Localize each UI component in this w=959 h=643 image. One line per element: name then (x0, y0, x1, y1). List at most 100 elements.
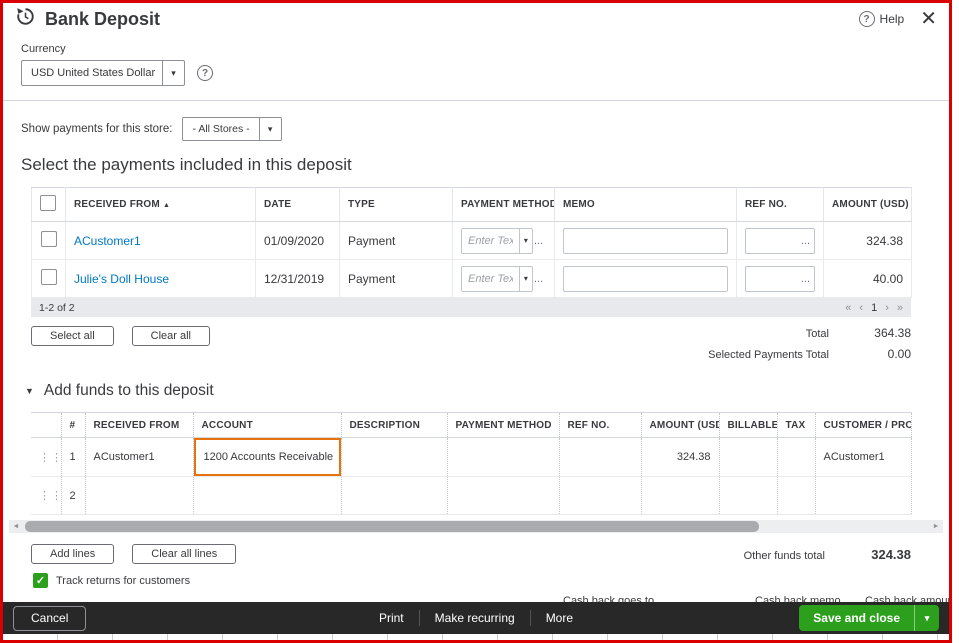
collapse-caret-icon[interactable]: ▼ (25, 386, 34, 396)
payment-method-cell[interactable] (447, 476, 560, 515)
customer-cell[interactable] (815, 476, 912, 515)
selected-payments-total-label: Selected Payments Total (708, 349, 829, 361)
currency-help-icon[interactable]: ? (197, 65, 213, 81)
col-amount[interactable]: AMOUNT (USD) (641, 412, 720, 438)
make-recurring-button[interactable]: Make recurring (420, 611, 530, 625)
sort-ascending-icon[interactable]: ▲ (163, 202, 170, 209)
currency-caret-icon[interactable]: ▾ (162, 61, 184, 85)
funds-received-from-cell[interactable]: ACustomer1 (85, 437, 194, 477)
horizontal-scrollbar[interactable]: ◄ ► (9, 520, 943, 533)
drag-handle-icon[interactable]: ⋮⋮ (39, 490, 60, 502)
funds-table: # RECEIVED FROM ACCOUNT DESCRIPTION PAYM… (31, 412, 912, 515)
payment-row-2-checkbox[interactable] (40, 269, 57, 285)
description-cell[interactable] (341, 476, 448, 515)
tax-cell[interactable] (777, 476, 816, 515)
memo-input[interactable] (563, 227, 728, 254)
track-returns-checkbox[interactable]: ✓ (33, 573, 48, 588)
billable-cell[interactable] (719, 437, 778, 477)
store-filter-row: Show payments for this store: - All Stor… (21, 117, 949, 141)
pagination-bar: 1-2 of 2 « ‹ 1 › » (31, 298, 911, 317)
payment-amount: 324.38 (823, 221, 912, 260)
col-payment-method[interactable]: PAYMENT METHOD (452, 187, 555, 222)
close-icon[interactable]: ✕ (920, 9, 937, 29)
col-tax[interactable]: TAX (777, 412, 816, 438)
col-ref-no[interactable]: REF NO. (559, 412, 642, 438)
cancel-button[interactable]: Cancel (13, 605, 87, 631)
payments-actions-row: Select all Clear all Total 364.38 Select… (31, 326, 911, 368)
payment-method-caret-icon[interactable]: ▾ (518, 228, 532, 253)
amount-cell[interactable] (641, 476, 720, 515)
store-select[interactable]: - All Stores - ▾ (182, 117, 282, 141)
col-description[interactable]: DESCRIPTION (341, 412, 448, 438)
save-and-close-button[interactable]: Save and close ▾ (799, 605, 939, 631)
payment-method-caret-icon[interactable]: ▾ (518, 266, 532, 291)
currency-select-value: USD United States Dollar (31, 67, 156, 79)
payment-method-input[interactable] (462, 228, 519, 253)
received-from-link[interactable]: ACustomer1 (74, 234, 141, 248)
received-from-link[interactable]: Julie's Doll House (74, 272, 169, 286)
account-cell[interactable] (193, 476, 342, 515)
print-button[interactable]: Print (364, 611, 419, 625)
page-next-icon[interactable]: › (885, 302, 889, 314)
col-ref-no[interactable]: REF NO. (736, 187, 824, 222)
more-button[interactable]: More (531, 611, 588, 625)
currency-select[interactable]: USD United States Dollar ▾ (21, 60, 185, 86)
col-date[interactable]: DATE (255, 187, 340, 222)
scrollbar-thumb[interactable] (25, 521, 759, 532)
payment-type: Payment (339, 221, 453, 260)
scrollbar-track[interactable] (23, 520, 929, 533)
memo-input[interactable] (563, 265, 728, 292)
payment-method-combo[interactable]: ▾ (461, 227, 533, 254)
save-and-close-label[interactable]: Save and close (799, 605, 914, 631)
store-caret-icon[interactable]: ▾ (258, 118, 281, 140)
funds-received-from-cell[interactable] (85, 476, 194, 515)
payment-method-cell[interactable] (447, 437, 560, 477)
page-first-icon[interactable]: « (845, 302, 851, 314)
currency-label: Currency (21, 43, 66, 55)
add-lines-button[interactable]: Add lines (31, 544, 115, 564)
payment-row-1: ACustomer1 01/09/2020 Payment ▾ ... ... … (31, 221, 912, 260)
billable-cell[interactable] (719, 476, 778, 515)
col-account[interactable]: ACCOUNT (193, 412, 342, 438)
payment-method-input[interactable] (462, 266, 519, 291)
col-payment-method[interactable]: PAYMENT METHOD (447, 412, 560, 438)
page-last-icon[interactable]: » (897, 302, 903, 314)
col-billable[interactable]: BILLABLE (719, 412, 778, 438)
clear-all-button[interactable]: Clear all (131, 326, 210, 346)
clear-all-lines-button[interactable]: Clear all lines (132, 544, 237, 564)
recurring-transaction-icon (15, 6, 36, 32)
caret-glyph: ▾ (924, 612, 930, 623)
payment-date: 12/31/2019 (255, 259, 340, 298)
payment-method-combo[interactable]: ▾ (461, 265, 533, 292)
customer-cell[interactable]: ACustomer1 (815, 437, 912, 477)
ref-no-input[interactable]: ... (745, 265, 815, 292)
col-memo[interactable]: MEMO (554, 187, 737, 222)
scroll-left-icon[interactable]: ◄ (9, 520, 23, 533)
store-filter-label: Show payments for this store: (21, 123, 173, 135)
caret-glyph: ▾ (523, 236, 528, 245)
col-customer[interactable]: CUSTOMER / PROJECT (815, 412, 912, 438)
page-prev-icon[interactable]: ‹ (859, 302, 863, 314)
account-cell-highlighted[interactable]: 1200 Accounts Receivable (193, 438, 340, 476)
help-icon[interactable]: ? (858, 11, 875, 27)
payment-row-1-checkbox[interactable] (40, 231, 57, 247)
select-all-button[interactable]: Select all (31, 326, 114, 346)
ref-no-cell[interactable] (559, 476, 642, 515)
tax-cell[interactable] (777, 437, 816, 477)
col-amount[interactable]: AMOUNT (USD) (823, 187, 912, 222)
save-dropdown-caret-icon[interactable]: ▾ (915, 605, 939, 631)
help-link[interactable]: Help (880, 12, 905, 26)
col-line-number: # (61, 412, 86, 438)
drag-handle-icon[interactable]: ⋮⋮ (39, 452, 60, 464)
select-all-checkbox[interactable] (40, 195, 56, 211)
col-received-from[interactable]: RECEIVED FROM (85, 412, 194, 438)
ref-no-cell[interactable] (559, 437, 642, 477)
ref-no-input[interactable]: ... (745, 227, 815, 254)
caret-glyph: ▾ (267, 123, 273, 134)
amount-cell[interactable]: 324.38 (641, 437, 720, 477)
col-type[interactable]: TYPE (339, 187, 453, 222)
scroll-right-icon[interactable]: ► (929, 520, 943, 533)
col-received-from[interactable]: RECEIVED FROM ▲ (65, 187, 256, 222)
description-cell[interactable] (341, 437, 448, 477)
page-number[interactable]: 1 (871, 302, 877, 314)
